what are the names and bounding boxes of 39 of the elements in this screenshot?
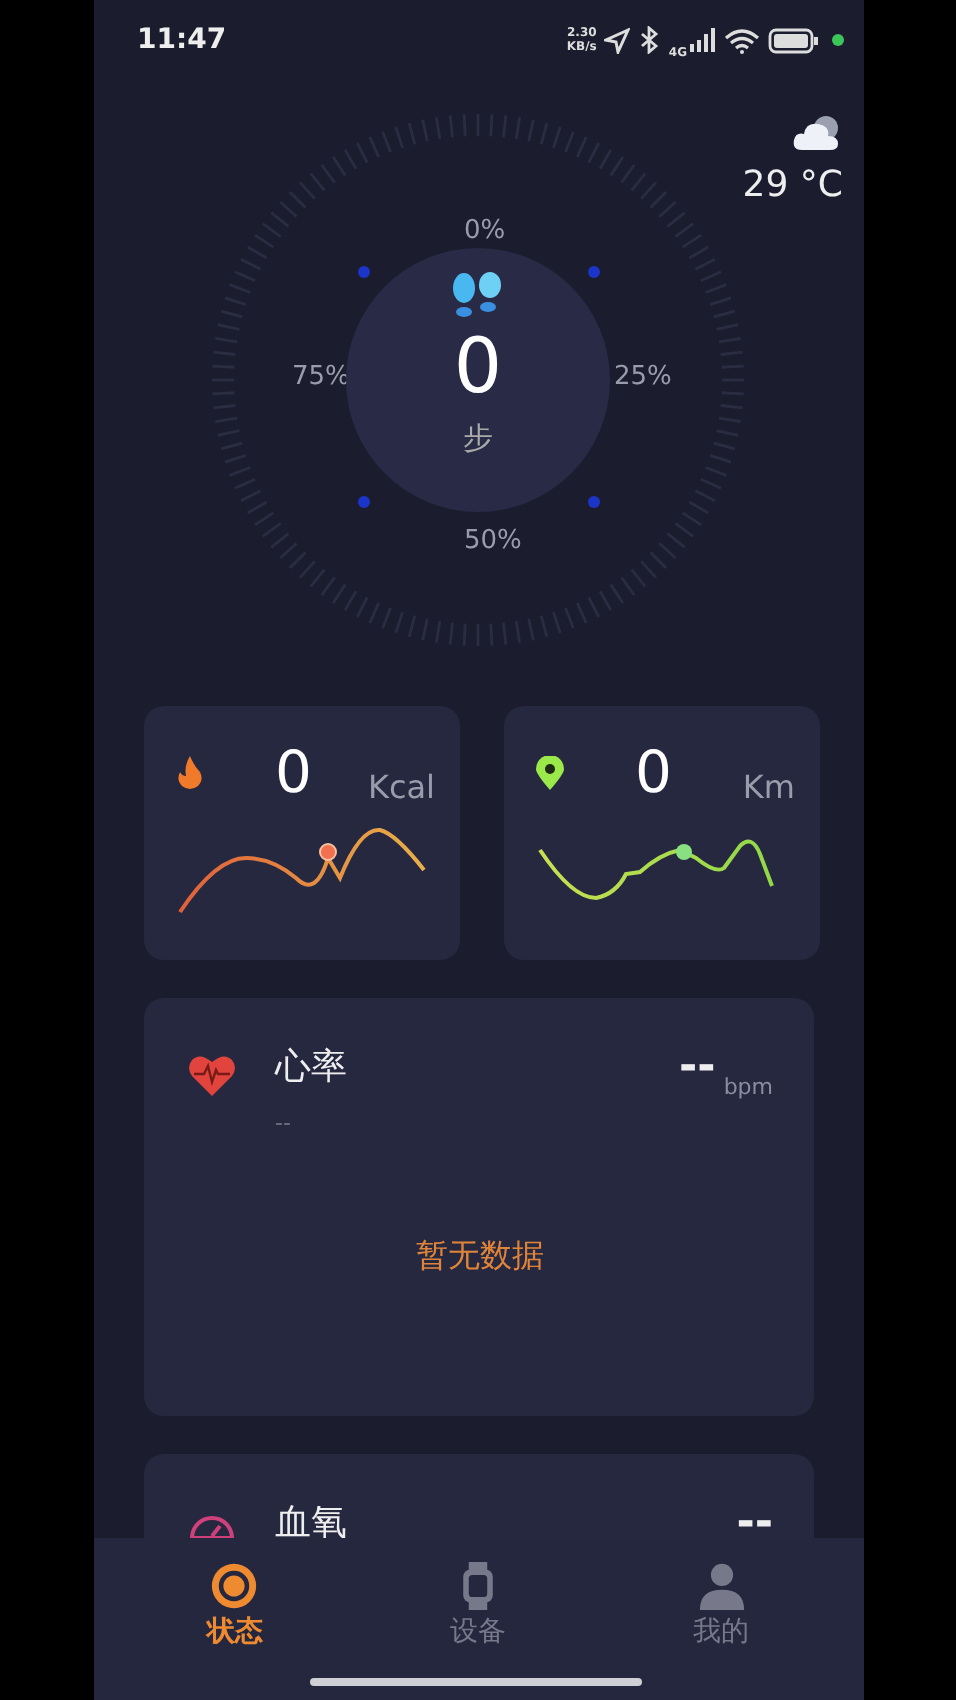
stat-unit: Km xyxy=(742,767,795,805)
heart-pulse-icon xyxy=(187,1054,235,1096)
step-count: 0 xyxy=(453,320,503,412)
tab[interactable]: 状态 xyxy=(113,1554,357,1658)
metric-title: 心率 xyxy=(275,1044,347,1090)
watch-icon xyxy=(462,1562,494,1610)
dial-dot xyxy=(588,266,600,278)
person-icon xyxy=(695,1562,748,1610)
tab[interactable]: 我的 xyxy=(599,1554,844,1658)
ring-icon xyxy=(208,1562,261,1610)
signal-icon xyxy=(689,28,715,52)
no-data-text: 暂无数据 xyxy=(416,1236,544,1278)
flame-icon xyxy=(175,755,203,789)
metric-subtitle: -- xyxy=(275,1110,293,1136)
status-time: 11:47 xyxy=(137,24,227,56)
dial-percent-label: 75% xyxy=(292,362,350,392)
stat-value: 0 xyxy=(275,738,312,806)
location-pin-icon xyxy=(535,755,563,789)
location-icon xyxy=(604,27,631,53)
tab[interactable]: 设备 xyxy=(356,1554,600,1658)
stat-value: 0 xyxy=(635,738,672,806)
wifi-icon xyxy=(723,27,759,53)
indicator-dot xyxy=(831,34,843,46)
dial-dot xyxy=(588,496,600,508)
gauge-icon xyxy=(187,1510,235,1538)
temperature: 29 °C xyxy=(742,164,843,206)
metric-unit: bpm xyxy=(723,1074,773,1100)
cloud-icon xyxy=(791,112,843,152)
dial-percent-label: 0% xyxy=(464,216,506,246)
step-unit: 步 xyxy=(463,420,493,458)
dial-dot xyxy=(358,266,370,278)
metric-value: -- xyxy=(679,1042,716,1092)
dial-percent-label: 25% xyxy=(614,362,672,392)
battery-icon xyxy=(767,27,819,53)
dial-percent-label: 50% xyxy=(464,526,522,556)
metric-value: -- xyxy=(736,1498,773,1538)
stat-unit: Kcal xyxy=(367,767,435,805)
dial-dot xyxy=(358,496,370,508)
bluetooth-icon xyxy=(638,26,661,54)
